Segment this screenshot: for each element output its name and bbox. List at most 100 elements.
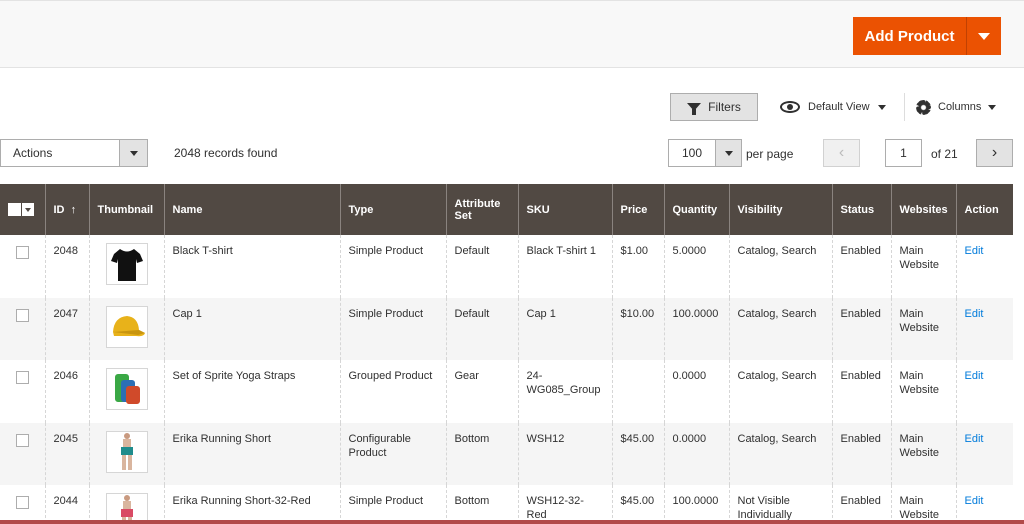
divider bbox=[904, 93, 905, 121]
page-count-label: of 21 bbox=[931, 147, 958, 161]
action-cell: Edit bbox=[955, 297, 1013, 360]
sort-ascending-icon: ↑ bbox=[70, 203, 77, 216]
table-row: 2044 Erika Running Short-32-Red Simple P… bbox=[0, 485, 1013, 524]
row-checkbox-cell bbox=[0, 422, 45, 485]
per-page-label: per page bbox=[746, 147, 794, 161]
col-header-attribute-set[interactable]: Attribute Set bbox=[445, 184, 518, 235]
sku-cell: WSH12 bbox=[517, 422, 612, 485]
col-header-id[interactable]: ID ↑ bbox=[44, 184, 89, 235]
mass-actions-select[interactable]: Actions bbox=[0, 139, 148, 167]
col-label: Action bbox=[964, 203, 999, 216]
sku-cell: 24-WG085_Group bbox=[517, 360, 612, 423]
row-checkbox-cell bbox=[0, 485, 45, 524]
add-product-dropdown-toggle[interactable] bbox=[966, 17, 1001, 55]
view-switcher[interactable]: Default View bbox=[780, 95, 886, 119]
edit-link[interactable]: Edit bbox=[965, 370, 984, 382]
type-cell: Grouped Product bbox=[339, 360, 446, 423]
quantity-cell: 100.0000 bbox=[663, 297, 729, 360]
status-cell: Enabled bbox=[831, 360, 891, 423]
tshirt-icon[interactable] bbox=[105, 243, 148, 285]
table-row: 2048 Black T-shirt Simple Product Defaul… bbox=[0, 235, 1013, 298]
actions-dropdown-toggle[interactable] bbox=[119, 140, 147, 166]
chevron-down-icon bbox=[724, 150, 733, 156]
grid-header-row: ID ↑ Thumbnail Name Type Attribute Set S… bbox=[0, 184, 1013, 235]
websites-cell: Main Website bbox=[890, 485, 956, 524]
edit-link[interactable]: Edit bbox=[965, 245, 984, 257]
columns-label: Columns bbox=[938, 101, 982, 113]
col-header-price[interactable]: Price bbox=[611, 184, 664, 235]
table-row: 2046 Set of Sprite Yoga Straps Grouped P… bbox=[0, 360, 1013, 423]
cap-icon[interactable] bbox=[105, 305, 148, 348]
attribute-set-cell: Default bbox=[445, 235, 518, 298]
attribute-set-cell: Bottom bbox=[445, 485, 518, 524]
type-cell: Simple Product bbox=[339, 235, 446, 298]
row-checkbox-cell bbox=[0, 297, 45, 360]
col-header-status[interactable]: Status bbox=[831, 184, 891, 235]
type-cell: Simple Product bbox=[339, 485, 446, 524]
per-page-select[interactable]: 100 bbox=[668, 139, 742, 167]
select-all-dropdown[interactable] bbox=[22, 203, 34, 216]
select-all-checkbox[interactable] bbox=[8, 203, 21, 216]
id-cell: 2044 bbox=[44, 485, 89, 524]
col-label: Name bbox=[172, 203, 203, 216]
eye-icon bbox=[780, 101, 800, 113]
col-label: Visibility bbox=[737, 203, 783, 216]
row-checkbox[interactable] bbox=[16, 433, 29, 447]
name-cell: Erika Running Short bbox=[163, 422, 340, 485]
edit-link[interactable]: Edit bbox=[965, 495, 984, 507]
chevron-down-icon bbox=[988, 104, 997, 110]
status-cell: Enabled bbox=[831, 422, 891, 485]
select-all-header[interactable] bbox=[0, 184, 45, 235]
col-label: Price bbox=[620, 203, 648, 216]
records-found: 2048 records found bbox=[174, 146, 278, 160]
status-cell: Enabled bbox=[831, 297, 891, 360]
col-header-visibility[interactable]: Visibility bbox=[728, 184, 832, 235]
id-cell: 2045 bbox=[44, 422, 89, 485]
filters-button[interactable]: Filters bbox=[670, 93, 758, 121]
name-cell: Set of Sprite Yoga Straps bbox=[163, 360, 340, 423]
action-cell: Edit bbox=[955, 235, 1013, 298]
name-cell: Erika Running Short-32-Red bbox=[163, 485, 340, 524]
col-label: SKU bbox=[526, 203, 550, 216]
col-header-type[interactable]: Type bbox=[339, 184, 446, 235]
per-page-dropdown-toggle[interactable] bbox=[715, 140, 741, 166]
view-label: Default View bbox=[808, 101, 870, 113]
sku-cell: Cap 1 bbox=[517, 297, 612, 360]
chevron-down-icon bbox=[978, 32, 990, 40]
col-header-action: Action bbox=[955, 184, 1013, 235]
col-header-quantity[interactable]: Quantity bbox=[663, 184, 729, 235]
row-checkbox[interactable] bbox=[16, 496, 29, 509]
thumbnail-cell bbox=[88, 422, 164, 485]
id-cell: 2046 bbox=[44, 360, 89, 423]
col-header-name[interactable]: Name bbox=[163, 184, 340, 235]
row-checkbox-cell bbox=[0, 360, 45, 423]
attribute-set-cell: Gear bbox=[445, 360, 518, 423]
visibility-cell: Catalog, Search bbox=[728, 297, 832, 360]
thumbnail-cell bbox=[88, 297, 164, 360]
sku-cell: WSH12-32-Red bbox=[517, 485, 612, 524]
visibility-cell: Not Visible Individually bbox=[728, 485, 832, 524]
prev-page-button[interactable]: ‹ bbox=[823, 139, 860, 167]
price-cell: $45.00 bbox=[611, 485, 664, 524]
name-cell: Black T-shirt bbox=[163, 235, 340, 298]
page-number-input[interactable]: 1 bbox=[885, 139, 922, 167]
row-checkbox[interactable] bbox=[16, 308, 29, 322]
filters-label: Filters bbox=[708, 100, 741, 114]
col-header-sku[interactable]: SKU bbox=[517, 184, 612, 235]
row-checkbox[interactable] bbox=[16, 371, 29, 384]
running-short-icon[interactable] bbox=[105, 430, 148, 473]
next-page-button[interactable]: › bbox=[976, 139, 1013, 167]
action-cell: Edit bbox=[955, 485, 1013, 524]
row-checkbox[interactable] bbox=[16, 246, 29, 259]
columns-control[interactable]: Columns bbox=[916, 95, 997, 119]
edit-link[interactable]: Edit bbox=[965, 433, 984, 445]
col-label: Status bbox=[840, 203, 875, 216]
chevron-down-icon bbox=[877, 104, 886, 110]
add-product-button[interactable]: Add Product bbox=[853, 17, 966, 55]
yoga-straps-icon[interactable] bbox=[105, 368, 148, 410]
col-header-websites[interactable]: Websites bbox=[890, 184, 956, 235]
websites-cell: Main Website bbox=[890, 297, 956, 360]
visibility-cell: Catalog, Search bbox=[728, 360, 832, 423]
edit-link[interactable]: Edit bbox=[965, 308, 984, 320]
col-label: Attribute Set bbox=[454, 197, 501, 222]
